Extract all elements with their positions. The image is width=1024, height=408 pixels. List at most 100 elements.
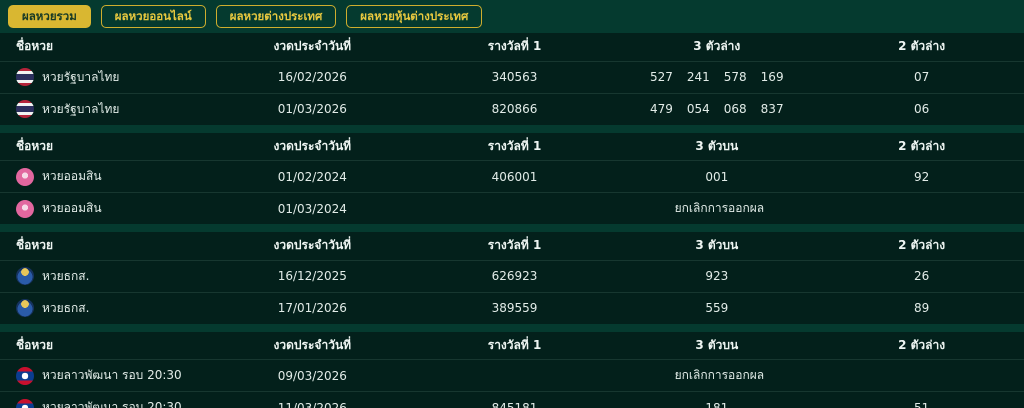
results-tables: ชื่อหวย งวดประจำวันที่ รางวัลที่ 13 ตัวล่า… xyxy=(0,33,1024,408)
three-digit-number: 169 xyxy=(760,70,784,84)
header-row: ชื่อหวย งวดประจำวันที่ รางวัลที่ 13 ตัวบน 2… xyxy=(0,331,1024,360)
three-digit-group: 559 xyxy=(705,301,728,315)
two-digit-result: 07 xyxy=(819,61,1024,94)
col-header-lottery-name: ชื่อหวย xyxy=(0,33,210,62)
three-digit-number: 479 xyxy=(649,102,673,116)
lottery-row: หวยธกส. 17/01/2026 389559 559 89 xyxy=(0,292,1024,324)
tab-bar: ผลหวยรวม ผลหวยออนไลน์ ผลหวยต่างประเทศ ผลหวย… xyxy=(0,0,1024,33)
baac-logo-icon xyxy=(16,267,34,285)
first-prize: 820866 xyxy=(491,102,538,116)
three-digit-number: 837 xyxy=(760,102,784,116)
tab-foreign-results[interactable]: ผลหวยต่างประเทศ xyxy=(215,5,337,28)
col-header-two-digit: 2 ตัวล่าง xyxy=(819,132,1024,161)
lottery-results-table-1: ชื่อหวย งวดประจำวันที่ รางวัลที่ 13 ตัวล่า… xyxy=(0,33,1024,125)
three-digit-result: 001 xyxy=(614,160,820,193)
three-digit-group: 527 241 578 169 xyxy=(650,70,784,84)
lottery-row: หวยรัฐบาลไทย 16/02/2026 340563 527 241 578 169… xyxy=(0,61,1024,94)
col-header-draw-date: งวดประจำวันที่ xyxy=(209,33,415,62)
lottery-name: หวยธกส. xyxy=(42,268,90,283)
col-header-first-prize: รางวัลที่ 1 xyxy=(414,232,615,261)
tab-online-results[interactable]: ผลหวยออนไลน์ xyxy=(100,5,206,28)
draw-date: 01/03/2026 xyxy=(277,102,347,116)
cancelled-result: ยกเลิกการออกผล xyxy=(414,359,1024,392)
draw-date: 01/02/2024 xyxy=(209,160,415,193)
lottery-name: หวยรัฐบาลไทย xyxy=(42,69,120,84)
col-header-two-digit: 2 ตัวล่าง xyxy=(819,331,1024,360)
header-row: ชื่อหวย งวดประจำวันที่ รางวัลที่ 13 ตัวบน 2… xyxy=(0,232,1024,261)
lottery-name-cell: หวยรัฐบาลไทย xyxy=(0,94,210,125)
lottery-row: หวยออมสิน 01/03/2024 ยกเลิกการออกผล xyxy=(0,193,1024,225)
lottery-name-cell: หวยออมสิน xyxy=(0,193,210,224)
first-prize: 845181 xyxy=(491,400,538,408)
three-digit-number: 923 xyxy=(705,269,729,283)
tab-all-results[interactable]: ผลหวยรวม xyxy=(8,5,91,28)
col-header-three-digit: 3 ตัวล่าง xyxy=(614,33,820,62)
lottery-name: หวยลาวพัฒนา รอบ 20:30 xyxy=(42,400,182,408)
first-prize: 340563 xyxy=(414,61,615,94)
thai-flag-icon xyxy=(16,100,34,118)
lottery-name: หวยรัฐบาลไทย xyxy=(42,101,120,116)
col-header-three-digit: 3 ตัวบน xyxy=(614,232,820,261)
lottery-name-cell: หวยลาวพัฒนา รอบ 20:30 xyxy=(0,360,210,391)
lottery-row: หวยออมสิน 01/02/2024 406001 001 92 xyxy=(0,160,1024,193)
three-digit-result: 527 241 578 169 xyxy=(614,61,820,94)
draw-date: 01/03/2024 xyxy=(277,201,347,216)
three-digit-number: 578 xyxy=(723,70,747,84)
two-digit-result: 89 xyxy=(913,301,930,315)
gsb-logo-icon xyxy=(16,167,34,186)
lottery-name: หวยลาวพัฒนา รอบ 20:30 xyxy=(42,368,182,382)
col-header-draw-date: งวดประจำวันที่ xyxy=(209,331,415,360)
draw-date: 16/12/2025 xyxy=(209,260,415,293)
two-digit-result: 92 xyxy=(819,160,1024,193)
draw-date: 17/01/2026 xyxy=(277,301,347,315)
first-prize: 406001 xyxy=(414,160,615,193)
header-row: ชื่อหวย งวดประจำวันที่ รางวัลที่ 13 ตัวบน 2… xyxy=(0,132,1024,161)
baac-logo-icon xyxy=(16,299,34,317)
thai-flag-icon xyxy=(16,68,34,86)
header-row: ชื่อหวย งวดประจำวันที่ รางวัลที่ 13 ตัวล่า… xyxy=(0,33,1024,62)
lottery-row: หวยรัฐบาลไทย 01/03/2026 820866 479 054 068 837… xyxy=(0,93,1024,125)
col-header-first-prize: รางวัลที่ 1 xyxy=(414,33,615,62)
tab-foreign-stock-results[interactable]: ผลหวยหุ้นต่างประเทศ xyxy=(346,5,483,28)
col-header-draw-date: งวดประจำวันที่ xyxy=(209,132,415,161)
three-digit-number: 054 xyxy=(686,102,710,116)
three-digit-result: 923 xyxy=(614,260,820,293)
three-digit-group: 181 xyxy=(705,401,728,408)
lottery-row: หวยลาวพัฒนา รอบ 20:30 09/03/2026 ยกเลิกการ… xyxy=(0,359,1024,392)
col-header-first-prize: รางวัลที่ 1 xyxy=(414,132,615,161)
col-header-two-digit: 2 ตัวล่าง xyxy=(819,232,1024,261)
col-header-lottery-name: ชื่อหวย xyxy=(0,331,210,360)
col-header-three-digit: 3 ตัวบน xyxy=(614,331,820,360)
three-digit-result: 559 xyxy=(614,292,819,324)
three-digit-number: 001 xyxy=(705,169,729,184)
three-digit-number: 559 xyxy=(705,301,729,315)
three-digit-number: 068 xyxy=(723,102,747,116)
lottery-results-table-4: ชื่อหวย งวดประจำวันที่ รางวัลที่ 13 ตัวบน 2… xyxy=(0,331,1024,408)
three-digit-group: 001 xyxy=(705,170,728,184)
lottery-name-cell: หวยออมสิน xyxy=(0,161,210,192)
first-prize: 626923 xyxy=(414,260,615,293)
draw-date: 09/03/2026 xyxy=(209,359,415,392)
cancelled-result: ยกเลิกการออกผล xyxy=(674,201,765,215)
col-header-lottery-name: ชื่อหวย xyxy=(0,232,210,261)
lottery-name-cell: หวยธกส. xyxy=(0,293,210,324)
lottery-results-table-3: ชื่อหวย งวดประจำวันที่ รางวัลที่ 13 ตัวบน 2… xyxy=(0,232,1024,324)
two-digit-result: 06 xyxy=(913,102,930,116)
lottery-name-cell: หวยรัฐบาลไทย xyxy=(0,62,210,93)
col-header-draw-date: งวดประจำวันที่ xyxy=(209,232,415,261)
gsb-logo-icon xyxy=(16,199,34,218)
three-digit-number: 181 xyxy=(705,400,729,408)
lottery-results-table-2: ชื่อหวย งวดประจำวันที่ รางวัลที่ 13 ตัวบน 2… xyxy=(0,132,1024,225)
two-digit-result: 51 xyxy=(913,400,930,408)
lottery-name: หวยธกส. xyxy=(42,300,90,315)
three-digit-group: 479 054 068 837 xyxy=(650,102,784,116)
lao-flag-icon xyxy=(16,398,34,408)
col-header-lottery-name: ชื่อหวย xyxy=(0,132,210,161)
lottery-row: หวยธกส. 16/12/2025 626923 923 26 xyxy=(0,260,1024,293)
lao-flag-icon xyxy=(16,366,34,385)
draw-date: 11/03/2026 xyxy=(277,400,347,408)
three-digit-result: 479 054 068 837 xyxy=(614,93,819,125)
lottery-name: หวยออมสิน xyxy=(42,201,102,215)
draw-date: 16/02/2026 xyxy=(209,61,415,94)
lottery-name: หวยออมสิน xyxy=(42,169,102,183)
